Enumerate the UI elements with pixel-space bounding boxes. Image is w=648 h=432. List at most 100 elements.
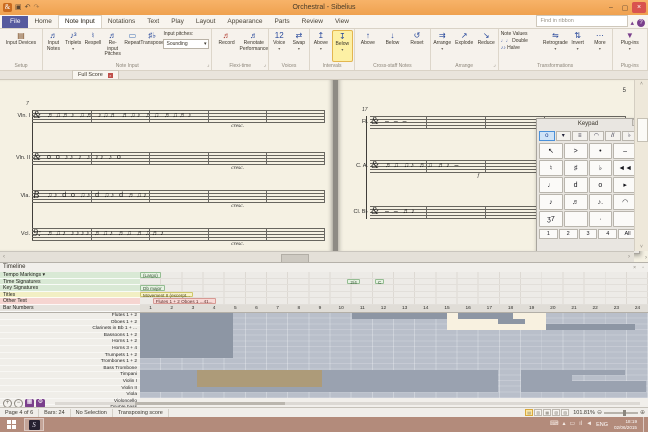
tab-home[interactable]: Home [28,16,57,28]
view-mode-3-icon[interactable]: ▦ [543,409,552,416]
dialog-launcher-icon[interactable]: ⌟ [264,61,266,69]
scroll-right-icon[interactable]: › [628,253,630,262]
timeline-event-badge[interactable]: Movement II (excerpt... [140,291,193,298]
maximize-button[interactable]: ▢ [618,2,632,13]
help-icon[interactable]: ? [637,19,645,27]
tab-play[interactable]: Play [165,16,190,28]
keypad-key-whole-note[interactable]: o [588,177,613,193]
keypad-voice-4[interactable]: 4 [598,229,618,239]
scroll-corner-icon[interactable]: › [645,255,647,261]
keypad-key-sixteenth-note[interactable]: ♬ [563,194,588,210]
keypad-voice-2[interactable]: 2 [558,229,578,239]
input-notes-button[interactable]: ♬ Input Notes [44,30,63,62]
vertical-scrollbar[interactable]: ˄ ˅ [634,80,648,251]
minimize-button[interactable]: – [604,2,618,13]
tab-view[interactable]: View [329,16,355,28]
timeline-row-label[interactable]: Key Signatures [0,285,140,292]
timeline-row-label[interactable]: Time Signatures [0,278,140,286]
staff-lines[interactable]: & o o ♪♪ ♪ ♪ ♪♪ ♪ o cresc. [32,152,325,171]
keypad-tab-common-notes[interactable]: o [539,131,555,141]
zoom-in-icon[interactable]: ⊕ [640,409,645,416]
cross-staff-below-button[interactable]: ↓ Below [381,30,405,62]
reinput-pitches-button[interactable]: ♬ Re-input Pitches [103,30,122,62]
cross-staff-reset-button[interactable]: ↺ Reset [405,30,429,62]
interval-above-button[interactable]: ↥ Above ▾ [311,30,331,62]
keypad-key-natural[interactable]: ♮ [539,160,563,176]
timeline-row-label[interactable]: Tempo Markings ▾ [0,272,140,279]
staff-lines[interactable]: 9: ♬♫♪ ♪♪♪♪ ♬♫♪ ♬♫ ♬♫♬♪ cresc. [32,228,325,247]
keypad-tab-articulations[interactable]: ◠ [588,131,604,141]
timeline-event-badge[interactable]: (Largo) [140,272,161,278]
timeline-activity-block[interactable] [140,312,234,359]
zoom-out-icon[interactable]: ⊖ [597,409,602,416]
network-icon[interactable]: ıl [579,417,582,432]
document-tab-full-score[interactable]: Full Score × [72,70,119,79]
keypad-voice-3[interactable]: 3 [578,229,598,239]
scroll-up-icon[interactable]: ˄ [635,81,648,87]
timeline-scroll-thumb[interactable] [135,402,285,406]
keypad-tab-beams-tremolos[interactable]: ≡ [572,131,588,141]
view-mode-5-icon[interactable]: ▨ [561,409,570,416]
timeline-event-badge[interactable]: 2/4 [347,278,360,284]
respell-button[interactable]: ♮ Respell [84,30,103,62]
keypad-tab-more-notes[interactable]: ▾ [555,131,571,141]
timeline-activity-block[interactable] [521,380,646,393]
tab-review[interactable]: Review [296,16,329,28]
keypad-key-eighth-note[interactable]: ♪ [539,194,563,210]
taskbar-sibelius-button[interactable]: S [24,418,44,431]
timeline-scrollbar[interactable] [55,402,640,406]
reduce-button[interactable]: ↘ Reduce [476,30,497,62]
timeline-activity-block[interactable] [497,318,526,325]
scroll-down-icon[interactable]: ˅ [635,244,648,250]
save-icon[interactable]: ▣ [15,3,22,12]
timeline-row-label[interactable]: Other Text [0,298,140,305]
timeline-event-badge[interactable]: C [374,278,385,284]
voice-button[interactable]: 12 Voice ▾ [270,30,289,62]
tab-file[interactable]: File [2,16,29,28]
redo-icon[interactable]: ↷ [34,3,40,12]
keypad-key-staccato[interactable]: • [588,143,613,159]
tab-notations[interactable]: Notations [102,16,141,28]
show-desktop-button[interactable] [643,417,648,432]
keypad-key-dot[interactable]: · [588,211,613,227]
record-button[interactable]: ♬ Record [213,30,239,62]
tab-note-input[interactable]: Note Input [57,15,102,28]
more-transformations-button[interactable]: ⋯ More ▾ [589,30,610,62]
plug-ins-button[interactable]: ▼ Plug-ins ▾ [614,30,646,62]
keypad-key-dotted-note[interactable]: ♪. [588,194,613,210]
swap-button[interactable]: ⇄ Swap ▾ [290,30,309,62]
tab-text[interactable]: Text [141,16,165,28]
keypad-voice-1[interactable]: 1 [539,229,558,239]
start-button[interactable] [0,417,22,432]
renotate-performance-button[interactable]: ♬ Renotate Performance [240,30,268,62]
cross-staff-above-button[interactable]: ↑ Above [356,30,380,62]
keypad-key-half-note[interactable]: d [563,177,588,193]
tab-parts[interactable]: Parts [268,16,295,28]
tab-appearance[interactable]: Appearance [221,16,268,28]
timeline-activity-block[interactable] [351,312,452,319]
zoom-slider-thumb[interactable] [622,409,626,416]
volume-icon[interactable]: ◄ [586,417,592,432]
staff-lines[interactable]: & ♬♫♬♪ ♫♬ ♪♫♬ ♬♫♪ ♬♫ ♬♫♬♪ cresc. [32,110,325,129]
staff-lines[interactable]: B ♫♪ d o ♫♪ d ♫♪ d ♬♫♪ cresc. [32,190,325,209]
interval-below-button[interactable]: ↧ Below ▾ [331,30,354,62]
view-mode-1-icon[interactable]: ▤ [525,409,534,416]
minimize-ribbon-icon[interactable]: ▴ [630,19,634,27]
keypad-key-accent[interactable]: > [563,143,588,159]
language-indicator[interactable]: ENG [596,422,608,428]
timeline-grid[interactable] [140,312,648,398]
vertical-scroll-thumb[interactable] [637,118,648,142]
explode-button[interactable]: ↗ Explode [454,30,475,62]
timeline-activity-block[interactable] [546,324,636,330]
arrange-button[interactable]: ⇉ Arrange ▾ [432,30,453,62]
find-in-ribbon-input[interactable]: Find in ribbon [536,15,629,27]
battery-icon[interactable]: ▭ [569,417,575,432]
triplets-button[interactable]: ♪³ Triplets ▾ [64,30,83,62]
keypad-key-quarter-note[interactable]: ♩ [539,177,563,193]
view-mode-4-icon[interactable]: ▧ [552,409,561,416]
halve-button[interactable]: ♪♪ Halve [501,45,543,51]
transpose-button[interactable]: ♯♭ Transpose [140,30,163,62]
dialog-launcher-icon[interactable]: ⌟ [207,61,209,69]
keypad-key-rest[interactable]: ʒ7 [539,211,563,227]
input-devices-button[interactable]: ▤ Input Devices [1,30,41,62]
